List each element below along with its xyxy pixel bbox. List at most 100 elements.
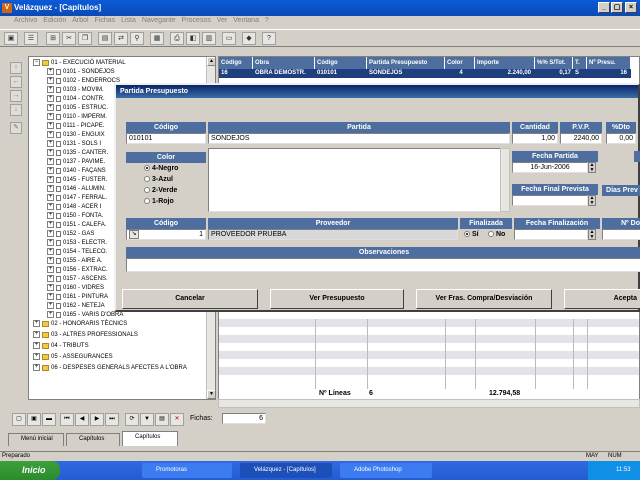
observaciones-field[interactable]: [126, 258, 640, 272]
menu-arbol[interactable]: Árbol: [70, 16, 90, 24]
fecha-partida-spin[interactable]: ▲ ▼: [588, 162, 596, 173]
task-velazquez[interactable]: Velázquez - [Capítulos]: [240, 463, 332, 478]
filter-icon[interactable]: ▼: [140, 413, 154, 426]
color-radio-rojo[interactable]: 1-Rojo: [144, 198, 174, 205]
menu-lista[interactable]: Lista: [119, 16, 138, 24]
fecha-fin-spin[interactable]: ▲ ▼: [588, 229, 596, 240]
move-down-icon[interactable]: ↓: [10, 104, 22, 116]
tree-group[interactable]: +06 - DESPESES GENERALS AFECTES A L'OBRA: [33, 364, 187, 374]
finalizada-no-radio[interactable]: No: [488, 231, 505, 238]
finalizada-si-radio[interactable]: Sí: [464, 231, 479, 238]
partida-label: Partida: [208, 122, 510, 133]
edit-node-icon[interactable]: ✎: [10, 122, 22, 134]
tab-capitulos-1[interactable]: Capítulos: [66, 433, 120, 446]
grid-hscrollbar[interactable]: [218, 399, 640, 408]
menu-ver[interactable]: Ver: [215, 16, 230, 24]
scroll-up-icon[interactable]: ▲: [207, 57, 215, 66]
search-icon[interactable]: ⚲: [130, 32, 144, 45]
color-radio-negro[interactable]: 4-Negro: [144, 165, 178, 172]
accept-button[interactable]: Acepta: [564, 289, 640, 309]
fecha-partida-field[interactable]: 16-Jun-2006: [512, 162, 588, 173]
refresh-icon[interactable]: ⟳: [125, 413, 139, 426]
pvp-field[interactable]: 2240,00: [560, 133, 602, 144]
tab-menu-inicial[interactable]: Menú inicial: [8, 433, 64, 446]
move-up-icon[interactable]: ↑: [10, 62, 22, 74]
menu-archivo[interactable]: Archivo: [12, 16, 39, 24]
prev-record-icon[interactable]: ◀: [75, 413, 89, 426]
tab-capitulos-2[interactable]: Capítulos: [122, 431, 178, 446]
menu-ventana[interactable]: Ventana: [231, 16, 261, 24]
description-scrollbar[interactable]: [500, 148, 510, 212]
move-left-icon[interactable]: ←: [10, 76, 22, 88]
cancel-button[interactable]: Cancelar: [122, 289, 258, 309]
menu-edicion[interactable]: Edición: [41, 16, 68, 24]
col-header-pct[interactable]: %% S/Tot.: [535, 57, 573, 69]
col-header-t[interactable]: T.: [573, 57, 587, 69]
next-record-icon[interactable]: ▶: [90, 413, 104, 426]
new-record-icon[interactable]: ▢: [12, 413, 26, 426]
menu-fichas[interactable]: Fichas: [93, 16, 118, 24]
report-small-icon[interactable]: ▤: [155, 413, 169, 426]
ver-fras-button[interactable]: Ver Fras. Compra/Desviación: [416, 289, 552, 309]
color-radio-verde[interactable]: 2-Verde: [144, 187, 177, 194]
task-promotoras[interactable]: Promotoras: [142, 463, 232, 478]
dto-field[interactable]: 0,00: [606, 133, 636, 144]
fecha-final-spin[interactable]: ▲ ▼: [588, 195, 596, 206]
last-record-icon[interactable]: ⏭: [105, 413, 119, 426]
first-record-icon[interactable]: ⏮: [60, 413, 74, 426]
menu-navegante[interactable]: Navegante: [140, 16, 178, 24]
col-header-color[interactable]: Color: [445, 57, 475, 69]
app-logo-icon: V: [2, 3, 12, 13]
codigo-field[interactable]: 010101: [126, 133, 206, 144]
open-record-icon[interactable]: ▣: [27, 413, 41, 426]
fecha-fin-label: Fecha Finalización: [514, 218, 600, 229]
system-tray: 11:53: [588, 461, 640, 480]
close-button[interactable]: ×: [625, 2, 637, 13]
open-icon[interactable]: ▣: [4, 32, 18, 45]
report-icon[interactable]: ▥: [202, 32, 216, 45]
col-header-partida[interactable]: Partida Presupuesto: [367, 57, 445, 69]
ver-presupuesto-button[interactable]: Ver Presupuesto: [270, 289, 404, 309]
num-doc-field[interactable]: [602, 229, 640, 240]
cut-icon[interactable]: ✂: [62, 32, 76, 45]
finalizada-label: Finalizada: [460, 218, 512, 229]
minimize-button[interactable]: _: [598, 2, 610, 13]
tree-group[interactable]: +02 - HONORARIS TÈCNICS: [33, 320, 127, 330]
description-area[interactable]: [208, 148, 510, 212]
fecha-final-field[interactable]: [512, 195, 588, 206]
move-right-icon[interactable]: →: [10, 90, 22, 102]
col-header-npresu[interactable]: Nº Presu.: [587, 57, 631, 69]
copy-icon[interactable]: ❐: [78, 32, 92, 45]
grid-icon[interactable]: ▦: [150, 32, 164, 45]
col-header-codigo[interactable]: Código: [219, 57, 253, 69]
tools-icon[interactable]: ◆: [242, 32, 256, 45]
color-radio-azul[interactable]: 3-Azul: [144, 176, 173, 183]
fichas-label: Fichas:: [190, 415, 213, 422]
menu-help[interactable]: ?: [263, 16, 271, 24]
tree-group[interactable]: +03 - ALTRES PROFESSIONALS: [33, 331, 138, 341]
partida-field[interactable]: SONDEJOS: [208, 133, 510, 144]
navigate-icon[interactable]: ⇄: [114, 32, 128, 45]
fecha-fin-field[interactable]: [514, 229, 588, 240]
tree-group[interactable]: +05 - ASSEGURANCES: [33, 353, 113, 363]
form-icon[interactable]: ▤: [98, 32, 112, 45]
cantidad-field[interactable]: 1,00: [512, 133, 558, 144]
task-photoshop[interactable]: Adobe Photoshop: [340, 463, 432, 478]
cancel-record-icon[interactable]: ✕: [170, 413, 184, 426]
col-header-codigo-2[interactable]: Código: [315, 57, 367, 69]
lookup-icon[interactable]: ↘: [129, 230, 139, 239]
help-icon[interactable]: ?: [262, 32, 276, 45]
window-icon[interactable]: ▭: [222, 32, 236, 45]
tree-group[interactable]: +04 - TRIBUTS: [33, 342, 89, 352]
col-header-obra[interactable]: Obra: [253, 57, 315, 69]
col-header-importe[interactable]: Importe: [475, 57, 535, 69]
list-icon[interactable]: ☰: [24, 32, 38, 45]
delete-record-icon[interactable]: ▬: [42, 413, 56, 426]
start-button[interactable]: Inicio: [0, 461, 60, 480]
scroll-down-icon[interactable]: ▼: [207, 390, 215, 399]
tree-icon[interactable]: ⊞: [46, 32, 60, 45]
print-icon[interactable]: ⎙: [170, 32, 184, 45]
menu-procesos[interactable]: Procesos: [180, 16, 213, 24]
preview-icon[interactable]: ◧: [186, 32, 200, 45]
maximize-button[interactable]: ▢: [611, 2, 623, 13]
